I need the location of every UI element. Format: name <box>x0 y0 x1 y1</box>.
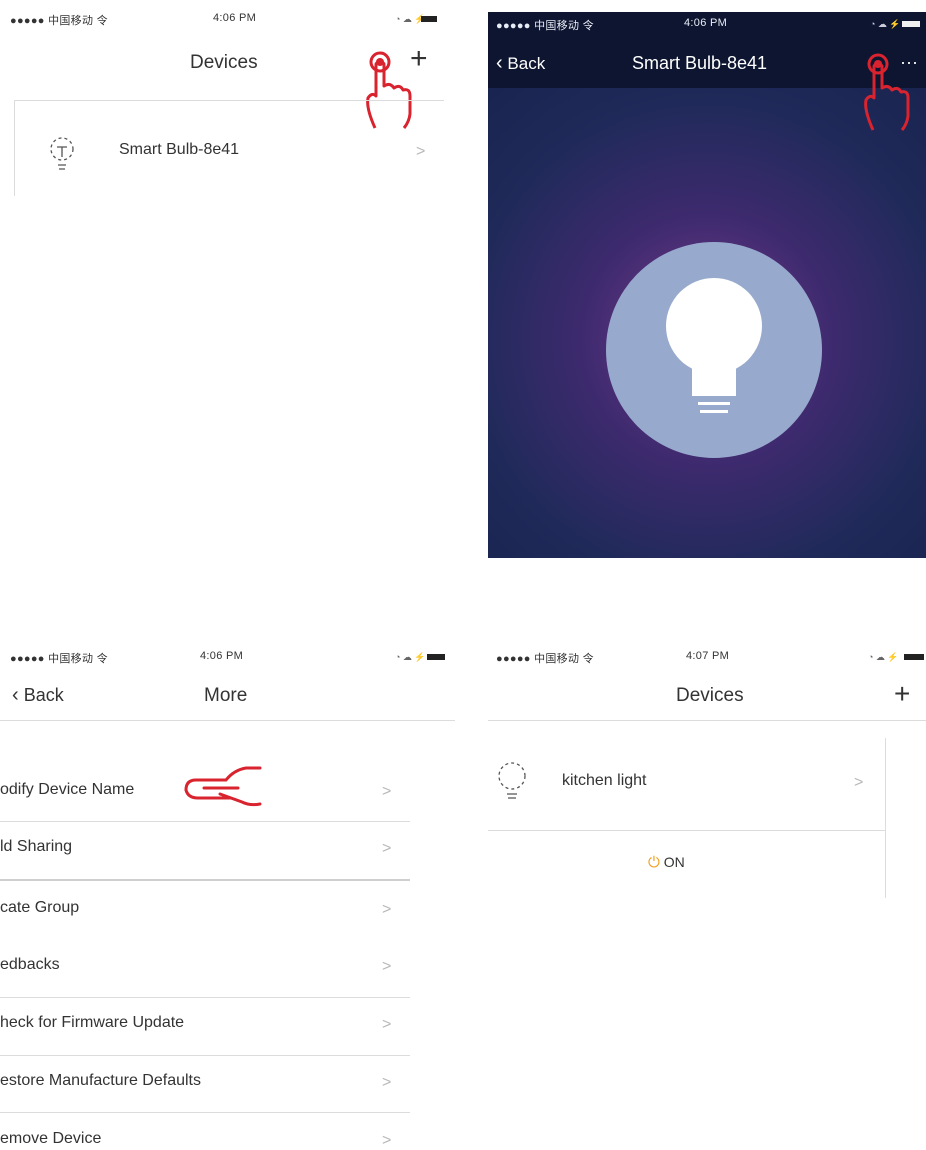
pointing-hand-icon <box>184 766 262 807</box>
device-name-label: Smart Bulb-8e41 <box>119 141 240 158</box>
menu-item-add-sharing[interactable]: ld Sharing > <box>0 822 410 878</box>
back-label: Back <box>23 685 64 705</box>
menu-item-label: cate Group <box>0 899 80 916</box>
menu-divider <box>0 879 410 881</box>
panel-devices-renamed: ●●●●● 中国移动 令 4:07 PM ◔ ☁ ⚡ Devices + kit… <box>488 640 926 1149</box>
device-row[interactable]: kitchen light > <box>488 738 885 830</box>
add-device-button[interactable]: + <box>894 680 910 708</box>
page-title: Smart Bulb-8e41 <box>632 53 768 73</box>
menu-divider <box>0 1112 410 1113</box>
power-label: ON <box>663 854 685 870</box>
chevron-right-icon: > <box>382 840 392 857</box>
menu-item-label: ld Sharing <box>0 838 73 855</box>
chevron-right-icon: > <box>382 1074 392 1091</box>
status-carrier: ●●●●● 中国移动 令 <box>10 15 108 27</box>
panel-devices: ●●●●● 中国移动 令 4:06 PM ◔ ☁ ⚡ Devices + Sma… <box>0 0 460 560</box>
status-carrier: ●●●●● 中国移动 令 <box>496 20 594 32</box>
menu-item-feedbacks[interactable]: edbacks > <box>0 940 410 996</box>
back-label: Back <box>507 54 546 73</box>
nav-divider <box>0 720 455 721</box>
bulb-outline-icon <box>50 137 74 170</box>
page-title: More <box>204 685 248 706</box>
chevron-right-icon: > <box>382 1016 392 1033</box>
power-icon: ⏻ <box>648 854 660 871</box>
battery-icon: ◔ ☁ ⚡ <box>870 19 920 29</box>
bulb-outline-icon <box>498 762 526 799</box>
nav-divider <box>488 720 926 721</box>
device-row[interactable]: Smart Bulb-8e41 > <box>15 101 444 196</box>
menu-item-check-firmware-update[interactable]: heck for Firmware Update > <box>0 998 410 1054</box>
chevron-right-icon: > <box>854 774 864 791</box>
device-name-label: kitchen light <box>562 772 647 789</box>
menu-item-label: estore Manufacture Defaults <box>0 1072 201 1089</box>
menu-item-label: odify Device Name <box>0 781 135 798</box>
chevron-left-icon: ‹ <box>496 52 503 74</box>
battery-icon: ◔ ☁ ⚡ <box>395 14 437 24</box>
menu-item-restore-defaults[interactable]: estore Manufacture Defaults > <box>0 1056 410 1112</box>
chevron-right-icon: > <box>382 901 392 918</box>
tap-hand-icon <box>864 53 910 131</box>
chevron-right-icon: > <box>382 1132 392 1149</box>
battery-icon: ◔ ☁ ⚡ <box>395 652 445 662</box>
status-carrier: ●●●●● 中国移动 令 <box>10 653 108 665</box>
power-on-button[interactable]: ⏻ ON <box>648 854 685 871</box>
back-button[interactable]: ‹ Back <box>496 52 545 75</box>
status-time: 4:07 PM <box>686 650 730 662</box>
back-button[interactable]: ‹ Back <box>12 684 64 707</box>
page-title: Devices <box>190 52 258 73</box>
menu-item-create-group[interactable]: cate Group > <box>0 883 410 939</box>
status-time: 4:06 PM <box>200 650 244 662</box>
chevron-left-icon: ‹ <box>12 684 19 706</box>
list-right-edge <box>885 738 886 898</box>
chevron-right-icon: > <box>382 783 392 800</box>
panel-bulb-control: ●●●●● 中国移动 令 4:06 PM ◔ ☁ ⚡ ‹ Back Smart … <box>488 12 926 558</box>
chevron-right-icon: > <box>416 143 426 160</box>
menu-item-label: edbacks <box>0 956 60 973</box>
bulb-power-toggle[interactable] <box>606 242 822 458</box>
bulb-icon <box>666 278 762 413</box>
panel-more: ●●●●● 中国移动 令 4:06 PM ◔ ☁ ⚡ ‹ Back More o… <box>0 640 460 1149</box>
battery-icon: ◔ ☁ ⚡ <box>868 652 924 662</box>
chevron-right-icon: > <box>382 958 392 975</box>
menu-item-label: emove Device <box>0 1130 102 1147</box>
menu-item-remove-device[interactable]: emove Device > <box>0 1114 410 1149</box>
menu-item-label: heck for Firmware Update <box>0 1014 185 1031</box>
row-divider <box>488 830 885 831</box>
page-title: Devices <box>676 685 744 706</box>
status-time: 4:06 PM <box>213 12 257 24</box>
status-time: 4:06 PM <box>684 17 728 29</box>
status-carrier: ●●●●● 中国移动 令 <box>496 653 594 665</box>
